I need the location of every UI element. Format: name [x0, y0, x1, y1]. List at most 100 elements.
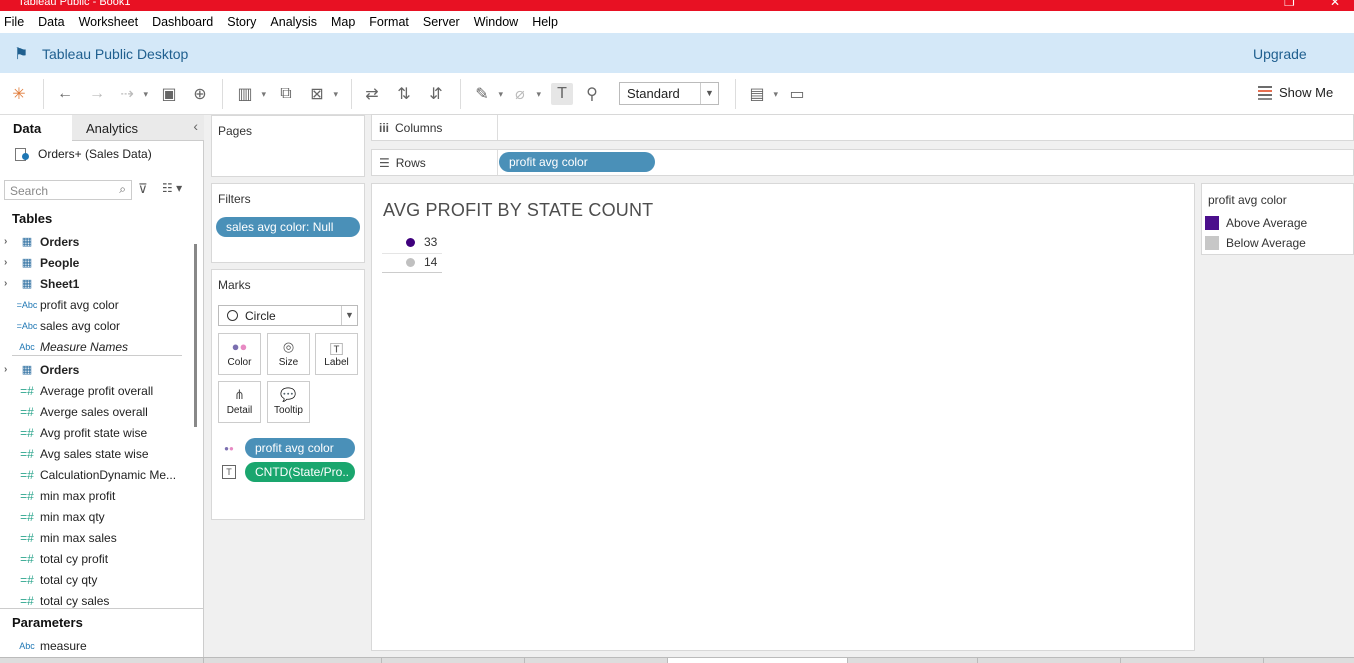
swap-rows-columns-icon[interactable]: ⇄	[361, 83, 383, 105]
undo-icon[interactable]: ←	[54, 83, 76, 105]
group-members-icon[interactable]: ⌀	[509, 83, 541, 105]
tab-data[interactable]: Data	[0, 115, 72, 141]
filters-card[interactable]: Filters sales avg color: Null	[211, 183, 365, 263]
rows-shelf[interactable]: ☰ Rows profit avg color	[371, 149, 1354, 176]
field-measure-names[interactable]: Abc Measure Names	[0, 336, 190, 357]
sheet-tab-active[interactable]	[668, 658, 848, 663]
fit-select[interactable]: Standard ▼	[619, 82, 719, 105]
sheet-tab[interactable]	[0, 658, 204, 663]
show-me-button[interactable]: Show Me	[1258, 85, 1333, 100]
data-pane-scrollbar[interactable]	[194, 244, 197, 427]
mark-pill-profit-avg-color[interactable]: profit avg color	[245, 438, 355, 458]
viz-title[interactable]: AVG PROFIT BY STATE COUNT	[383, 200, 653, 221]
field-averge-sales-overall[interactable]: =# Averge sales overall	[0, 401, 190, 422]
sheet-tab[interactable]	[978, 658, 1121, 663]
menu-format[interactable]: Format	[369, 15, 409, 29]
save-icon[interactable]: ▣	[158, 83, 180, 105]
fix-axes-icon[interactable]: ⚲	[581, 83, 603, 105]
sheet-tab[interactable]	[525, 658, 668, 663]
field-label: min max qty	[40, 509, 105, 524]
menu-file[interactable]: File	[4, 15, 24, 29]
menu-server[interactable]: Server	[423, 15, 460, 29]
field-min-max-sales[interactable]: =# min max sales	[0, 527, 190, 548]
field-min-max-profit[interactable]: =# min max profit	[0, 485, 190, 506]
show-mark-labels-icon[interactable]: T	[551, 83, 573, 105]
circle-mark[interactable]	[406, 258, 415, 267]
table-row-orders[interactable]: › ▦ Orders	[0, 231, 190, 252]
columns-shelf[interactable]: iii Columns	[371, 114, 1354, 141]
field-calculation-dynamic[interactable]: =# CalculationDynamic Me...	[0, 464, 190, 485]
show-cards-icon[interactable]: ▤	[746, 83, 778, 105]
expand-icon[interactable]: ›	[4, 236, 14, 247]
tableau-logo-icon[interactable]: ✳	[8, 83, 30, 105]
color-legend[interactable]: profit avg color Above Average Below Ave…	[1201, 183, 1354, 255]
size-button[interactable]: ◎ Size	[267, 333, 310, 375]
field-total-cy-profit[interactable]: =# total cy profit	[0, 548, 190, 569]
presentation-mode-icon[interactable]: ▭	[786, 83, 808, 105]
new-datasource-icon[interactable]: ⊕	[189, 83, 211, 105]
upgrade-link[interactable]: Upgrade	[1253, 46, 1307, 62]
sheet-tab[interactable]	[382, 658, 525, 663]
search-input[interactable]: Search ⌕	[4, 180, 132, 200]
highlight-icon[interactable]: ✎	[471, 83, 503, 105]
view-options-icon[interactable]: ☷ ▾	[162, 181, 182, 195]
expand-icon[interactable]: ›	[4, 257, 14, 268]
replay-icon[interactable]: ⇢	[116, 83, 148, 105]
label-button[interactable]: 🅃 Label	[315, 333, 358, 375]
new-worksheet-icon[interactable]: ▥	[234, 83, 266, 105]
detail-button[interactable]: ⋔ Detail	[218, 381, 261, 423]
color-button[interactable]: ●● Color	[218, 333, 261, 375]
worksheet-view[interactable]: AVG PROFIT BY STATE COUNT 33 14	[371, 183, 1195, 651]
expand-icon[interactable]: ›	[4, 364, 14, 375]
field-average-profit-overall[interactable]: =# Average profit overall	[0, 380, 190, 401]
toolbar: ✳ ← → ⇢ ▣ ⊕ ▥ ⧉ ⊠ ⇄ ⇅ ⇵ ✎ ⌀ T ⚲ Standard…	[0, 73, 1354, 115]
field-min-max-qty[interactable]: =# min max qty	[0, 506, 190, 527]
table-row-orders-measures[interactable]: › ▦ Orders	[0, 359, 190, 380]
menu-window[interactable]: Window	[474, 15, 518, 29]
clear-sheet-icon[interactable]: ⊠	[306, 83, 338, 105]
field-label: Avg sales state wise	[40, 446, 149, 461]
circle-mark[interactable]	[406, 238, 415, 247]
tab-analytics[interactable]: Analytics ‹	[72, 115, 204, 141]
menu-map[interactable]: Map	[331, 15, 355, 29]
restore-icon[interactable]: ❐	[1284, 0, 1295, 9]
field-sales-avg-color[interactable]: =Abc sales avg color	[0, 315, 190, 336]
sort-ascending-icon[interactable]: ⇅	[393, 83, 415, 105]
collapse-pane-icon[interactable]: ‹	[193, 118, 198, 134]
pages-card[interactable]: Pages	[211, 115, 365, 177]
menu-story[interactable]: Story	[227, 15, 256, 29]
legend-item[interactable]: Above Average	[1205, 216, 1307, 230]
parameter-measure[interactable]: Abc measure	[0, 635, 190, 656]
tooltip-button[interactable]: 💬 Tooltip	[267, 381, 310, 423]
field-avg-profit-state-wise[interactable]: =# Avg profit state wise	[0, 422, 190, 443]
viz-mark-row[interactable]: 33	[382, 232, 442, 252]
field-avg-sales-state-wise[interactable]: =# Avg sales state wise	[0, 443, 190, 464]
mark-type-select[interactable]: Circle ▼	[218, 305, 358, 326]
redo-icon[interactable]: →	[86, 83, 108, 105]
legend-item[interactable]: Below Average	[1205, 236, 1306, 250]
field-total-cy-qty[interactable]: =# total cy qty	[0, 569, 190, 590]
viz-mark-row[interactable]: 14	[382, 252, 442, 272]
show-me-label: Show Me	[1279, 85, 1334, 100]
sheet-tab[interactable]	[848, 658, 978, 663]
sort-descending-icon[interactable]: ⇵	[425, 83, 447, 105]
rows-pill-profit-avg-color[interactable]: profit avg color	[499, 152, 655, 172]
sheet-tab[interactable]	[204, 658, 382, 663]
menu-analysis[interactable]: Analysis	[270, 15, 317, 29]
expand-icon[interactable]: ›	[4, 278, 14, 289]
table-row-sheet1[interactable]: › ▦ Sheet1	[0, 273, 190, 294]
close-icon[interactable]: ✕	[1330, 0, 1340, 9]
sheet-tab-strip[interactable]	[0, 657, 1354, 663]
menu-help[interactable]: Help	[532, 15, 558, 29]
menu-worksheet[interactable]: Worksheet	[79, 15, 139, 29]
menu-data[interactable]: Data	[38, 15, 64, 29]
filter-icon[interactable]: ⊽	[138, 181, 148, 197]
datasource-item[interactable]: Orders+ (Sales Data)	[14, 147, 152, 161]
menu-dashboard[interactable]: Dashboard	[152, 15, 213, 29]
sheet-tab[interactable]	[1121, 658, 1264, 663]
mark-pill-cntd-state[interactable]: CNTD(State/Pro..	[245, 462, 355, 482]
filter-pill-sales-avg-color[interactable]: sales avg color: Null	[216, 217, 360, 237]
table-row-people[interactable]: › ▦ People	[0, 252, 190, 273]
duplicate-sheet-icon[interactable]: ⧉	[275, 83, 297, 105]
field-profit-avg-color[interactable]: =Abc profit avg color	[0, 294, 190, 315]
